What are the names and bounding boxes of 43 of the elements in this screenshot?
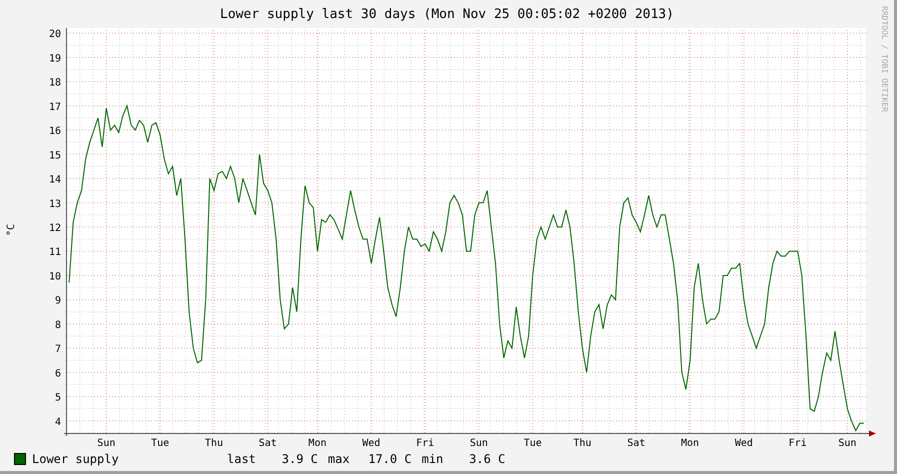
y-tick-label: 16	[48, 126, 61, 138]
y-tick-label: 9	[54, 296, 61, 307]
y-axis-label: °C	[6, 224, 17, 236]
y-tick-label: 18	[48, 78, 61, 89]
y-tick-label: 17	[48, 102, 61, 113]
x-tick-label: Thu	[573, 438, 592, 446]
x-tick-label: Sat	[627, 438, 646, 446]
chart-title: Lower supply last 30 days (Mon Nov 25 00:05:02 +0200 2013)	[220, 6, 674, 24]
stat-label: last	[227, 452, 256, 466]
x-tick-label: Sun	[97, 438, 116, 446]
y-tick-label: 8	[54, 320, 61, 331]
y-tick-label: 10	[48, 271, 61, 282]
y-tick-label: 20	[48, 29, 61, 40]
x-tick-label: Fri	[788, 438, 807, 446]
side-credit: RRDTOOL / TOBI OETIKER	[880, 6, 888, 112]
y-tick-label: 13	[48, 198, 61, 210]
x-tick-label: Wed	[362, 438, 380, 446]
x-tick-label: Thu	[204, 438, 223, 446]
x-tick-label: Mon	[681, 438, 700, 446]
x-tick-label: Tue	[524, 438, 542, 446]
legend-label: Lower supply	[32, 452, 120, 466]
legend-swatch	[14, 452, 26, 464]
y-tick-label: 4	[54, 416, 61, 428]
y-tick-label: 7	[54, 344, 61, 356]
x-tick-label: Sat	[258, 438, 277, 446]
stat-value: 3.6 C	[468, 452, 506, 466]
stat-label: max	[328, 452, 350, 466]
y-tick-label: 14	[48, 174, 61, 186]
x-tick-label: Wed	[734, 438, 753, 446]
y-tick-label: 6	[54, 368, 61, 380]
y-tick-label: 15	[48, 150, 61, 162]
x-tick-label: Sun	[470, 438, 488, 446]
stat-label: min	[422, 452, 444, 466]
y-tick-label: 12	[48, 223, 61, 234]
x-tick-label: Sun	[838, 438, 856, 446]
x-tick-label: Mon	[308, 438, 326, 446]
y-tick-label: 5	[54, 392, 61, 404]
stat-value: 17.0 C	[367, 452, 412, 466]
y-tick-label: 19	[48, 53, 61, 64]
y-tick-label: 11	[48, 247, 61, 258]
x-tick-label: Fri	[416, 438, 434, 446]
stat-value: 3.9 C	[280, 452, 318, 466]
x-tick-label: Tue	[151, 438, 170, 446]
